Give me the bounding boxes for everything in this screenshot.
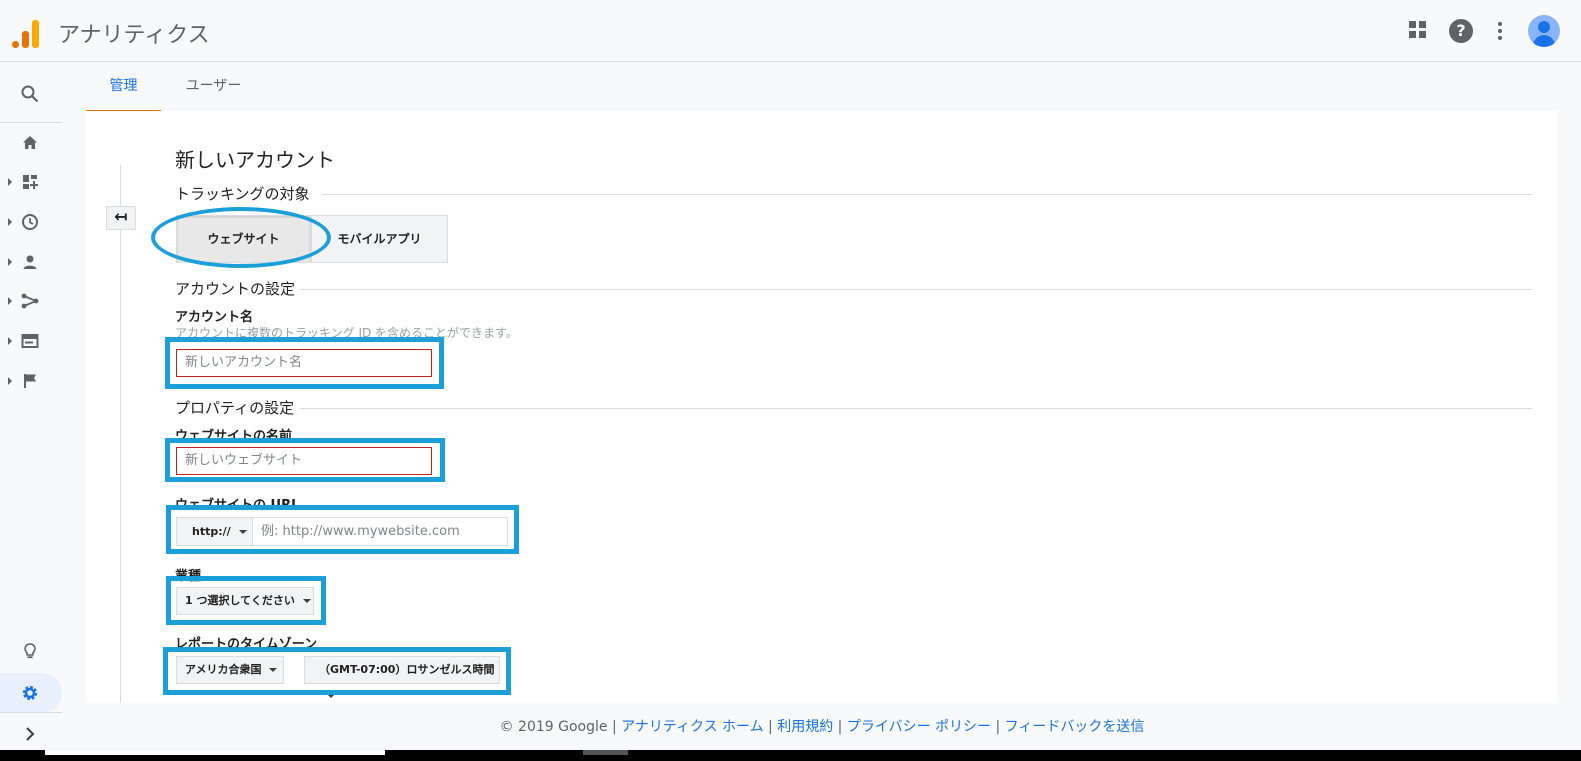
footer-link-privacy[interactable]: プライバシー ポリシー (847, 719, 991, 735)
divider (322, 194, 1532, 195)
back-button[interactable]: ↤ (106, 206, 136, 230)
app-title: アナリティクス (58, 23, 210, 48)
tracking-section-title: トラッキングの対象 (175, 185, 310, 203)
nav-customization[interactable] (0, 163, 62, 201)
footer-link-terms[interactable]: 利用規約 (777, 719, 833, 735)
expand-icon (26, 727, 35, 741)
search-icon (21, 85, 39, 103)
divider (300, 408, 1532, 409)
apps-grid-icon[interactable] (1407, 19, 1431, 43)
new-account-panel: ↤ 新しいアカウント トラッキングの対象 ウェブサイト モバイルアプリ アカウン… (86, 111, 1558, 703)
nav-search[interactable] (0, 75, 62, 113)
footer-separator: | (833, 719, 847, 735)
divider (300, 289, 1532, 290)
page-title: 新しいアカウント (175, 148, 335, 172)
highlight-annotation (166, 505, 519, 554)
highlight-annotation (163, 647, 511, 695)
highlight-annotation (165, 337, 444, 389)
highlight-annotation (151, 207, 331, 268)
acquisition-icon (21, 293, 39, 309)
lightbulb-icon (24, 643, 36, 659)
realtime-icon (22, 214, 38, 230)
nav-audience[interactable] (0, 243, 62, 281)
home-icon (23, 136, 37, 149)
property-section-title: プロパティの設定 (175, 399, 295, 417)
tab-user[interactable]: ユーザー (176, 63, 251, 110)
nav-admin[interactable] (0, 673, 62, 713)
help-icon[interactable]: ? (1449, 19, 1473, 43)
copyright-text: © 2019 Google | (499, 719, 622, 735)
footer-separator: | (763, 719, 778, 735)
footer-link-analytics-home[interactable]: アナリティクス ホーム (621, 719, 764, 735)
footer: © 2019 Google | アナリティクス ホーム | 利用規約 | プライ… (86, 703, 1558, 753)
nav-home[interactable] (0, 124, 62, 162)
highlight-annotation (165, 438, 445, 482)
highlight-annotation (166, 576, 326, 625)
analytics-logo-icon[interactable] (10, 16, 40, 48)
conversions-icon (24, 374, 36, 388)
nav-acquisition[interactable] (0, 282, 62, 320)
account-avatar[interactable] (1528, 15, 1560, 47)
behavior-icon (21, 334, 39, 348)
nav-behavior[interactable] (0, 322, 62, 360)
left-nav (0, 63, 62, 741)
top-app-bar: アナリティクス ? (0, 0, 1581, 62)
more-vert-icon[interactable] (1496, 19, 1504, 43)
nav-conversions[interactable] (0, 362, 62, 400)
account-section-title: アカウントの設定 (175, 280, 296, 298)
footer-link-feedback[interactable]: フィードバックを送信 (1005, 719, 1145, 735)
nav-expand[interactable] (0, 715, 62, 753)
footer-separator: | (991, 719, 1005, 735)
nav-realtime[interactable] (0, 203, 62, 241)
tab-admin[interactable]: 管理 (86, 63, 161, 112)
audience-icon (23, 255, 37, 269)
mobile-app-option-button[interactable]: モバイルアプリ (311, 215, 448, 263)
divider (120, 165, 121, 703)
nav-discover[interactable] (0, 632, 62, 670)
account-name-label: アカウント名 (175, 310, 254, 325)
customization-icon (23, 175, 38, 189)
taskbar-strip (0, 750, 1581, 761)
admin-gear-icon (22, 685, 38, 701)
